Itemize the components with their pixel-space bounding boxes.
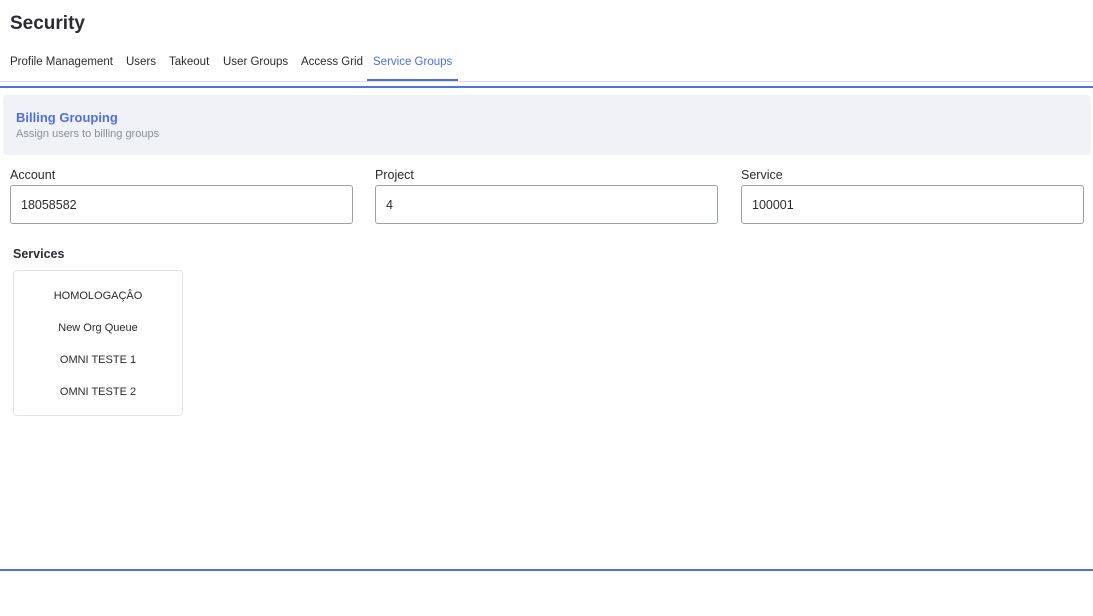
- tab-service-groups[interactable]: Service Groups: [367, 50, 459, 81]
- banner-subtitle: Assign users to billing groups: [16, 128, 160, 140]
- service-item-homologacao[interactable]: HOMOLOGAÇÂO: [14, 283, 182, 315]
- services-heading: Services: [13, 247, 65, 261]
- tab-takeout[interactable]: Takeout: [169, 50, 209, 80]
- tab-bar: Profile Management Users Takeout User Gr…: [0, 50, 1093, 82]
- billing-grouping-banner: Billing Grouping Assign users to billing…: [3, 95, 1091, 155]
- tab-users[interactable]: Users: [126, 50, 156, 80]
- tab-profile-management[interactable]: Profile Management: [10, 50, 113, 80]
- services-list: HOMOLOGAÇÂO New Org Queue OMNI TESTE 1 O…: [13, 270, 183, 416]
- content-top-divider: [0, 86, 1093, 88]
- page-title: Security: [10, 13, 85, 34]
- tab-access-grid[interactable]: Access Grid: [301, 50, 363, 80]
- service-item-omni-teste-1[interactable]: OMNI TESTE 1: [14, 347, 182, 379]
- account-label: Account: [10, 168, 56, 182]
- service-item-new-org-queue[interactable]: New Org Queue: [14, 315, 182, 347]
- project-field[interactable]: [375, 185, 718, 224]
- content-bottom-divider: [0, 569, 1093, 571]
- service-label: Service: [741, 168, 783, 182]
- banner-title: Billing Grouping: [16, 110, 118, 125]
- service-item-omni-teste-2[interactable]: OMNI TESTE 2: [14, 379, 182, 411]
- service-field[interactable]: [741, 185, 1084, 224]
- account-field[interactable]: [10, 185, 353, 224]
- tab-user-groups[interactable]: User Groups: [223, 50, 288, 80]
- project-label: Project: [375, 168, 414, 182]
